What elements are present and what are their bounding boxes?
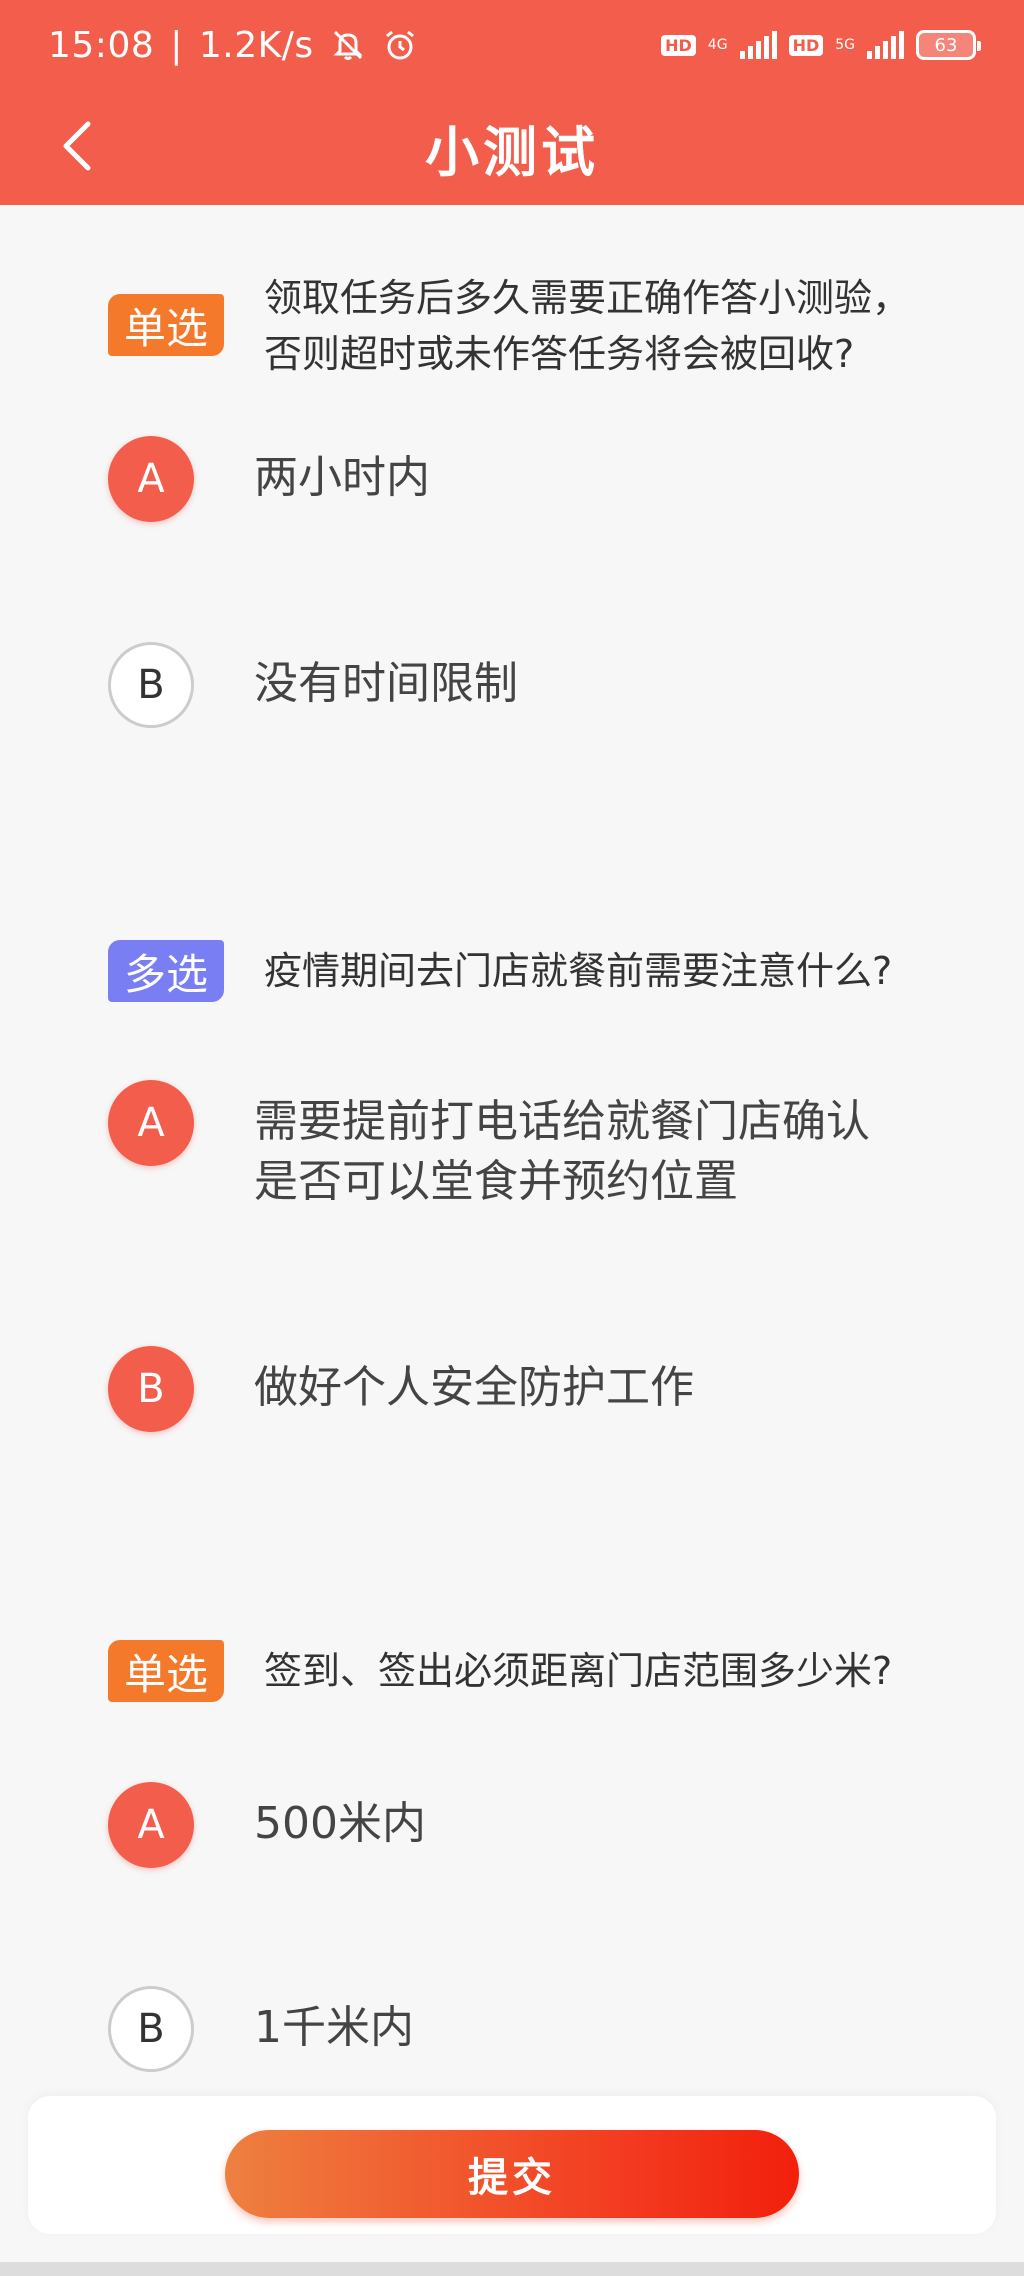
question-text: 领取任务后多久需要正确作答小测验，否则超时或未作答任务将会被回收?: [264, 276, 911, 376]
question-text: 签到、签出必须距离门店范围多少米?: [264, 1649, 893, 1693]
status-divider: |: [170, 24, 183, 66]
status-speed: 1.2K/s: [198, 24, 314, 66]
option-letter: A: [108, 436, 194, 522]
nav-bar: 小测试: [0, 90, 1024, 205]
hd-badge-1: HD: [661, 34, 696, 56]
signal-icon-2: [867, 31, 904, 59]
option-text: 做好个人安全防护工作: [254, 1362, 694, 1413]
option-text: 两小时内: [254, 452, 430, 503]
mute-icon: [330, 27, 366, 63]
page-title: 小测试: [425, 121, 599, 184]
battery-level: 63: [934, 34, 958, 56]
option-text: 1千米内: [254, 2002, 414, 2053]
option-letter: B: [108, 1986, 194, 2072]
question-type-badge: 单选: [108, 294, 224, 356]
home-indicator: [0, 2262, 1024, 2276]
status-right: HD 4G HD 5G 63: [661, 30, 981, 60]
chevron-left-icon: [63, 121, 91, 171]
option-letter: A: [108, 1080, 194, 1166]
option-text: 需要提前打电话给就餐门店确认是否可以堂食并预约位置: [254, 1096, 870, 1207]
option-letter: B: [108, 1346, 194, 1432]
option-letter: B: [108, 642, 194, 728]
network-5g-label: 5G: [835, 37, 855, 53]
question-type-badge: 多选: [108, 940, 224, 1002]
network-5g: 5G: [835, 38, 855, 52]
option-text: 没有时间限制: [254, 658, 518, 709]
status-time: 15:08: [48, 24, 155, 66]
app-header: 15:08 | 1.2K/s HD 4G HD 5G 63 小测试: [0, 0, 1024, 205]
option-b[interactable]: B 没有时间限制: [108, 642, 948, 728]
hd-badge-2: HD: [788, 34, 824, 56]
submit-button[interactable]: 提交: [225, 2130, 799, 2218]
back-button[interactable]: [48, 114, 104, 178]
option-b[interactable]: B 1千米内: [108, 1986, 948, 2072]
question-text: 疫情期间去门店就餐前需要注意什么?: [264, 949, 893, 993]
option-a[interactable]: A 500米内: [108, 1782, 948, 1868]
option-a[interactable]: A 需要提前打电话给就餐门店确认是否可以堂食并预约位置: [108, 1080, 948, 1212]
option-b[interactable]: B 做好个人安全防护工作: [108, 1346, 948, 1432]
alarm-icon: [382, 27, 418, 63]
option-letter: A: [108, 1782, 194, 1868]
question-type-badge: 单选: [108, 1640, 224, 1702]
option-a[interactable]: A 两小时内: [108, 436, 948, 522]
status-left: 15:08 | 1.2K/s: [48, 25, 418, 66]
submit-bar: 提交: [28, 2096, 996, 2234]
battery-icon: 63: [916, 30, 981, 60]
signal-icon-1: [739, 31, 777, 59]
network-4g-label: 4G: [707, 37, 728, 53]
network-4g: 4G: [708, 38, 728, 52]
status-bar: 15:08 | 1.2K/s HD 4G HD 5G 63: [0, 0, 1024, 90]
option-text: 500米内: [254, 1798, 426, 1849]
